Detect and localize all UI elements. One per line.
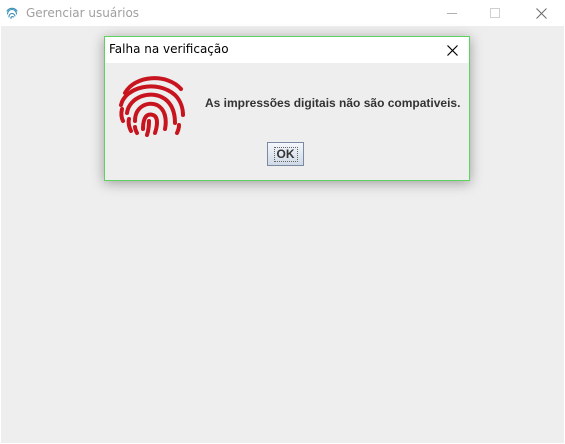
dialog-title: Falha na verificação xyxy=(109,42,229,56)
fingerprint-icon xyxy=(119,76,185,137)
fingerprint-icon xyxy=(6,7,18,20)
maximize-button[interactable] xyxy=(472,0,518,26)
window-title: Gerenciar usuários xyxy=(26,6,140,20)
dialog-close-button[interactable] xyxy=(443,41,461,59)
main-titlebar[interactable]: Gerenciar usuários xyxy=(0,0,565,26)
minimize-icon xyxy=(447,13,457,14)
verification-failed-dialog: Falha na verificação As impressões digit… xyxy=(104,36,470,181)
close-icon xyxy=(535,7,547,19)
close-button[interactable] xyxy=(518,0,564,26)
ok-button[interactable]: OK xyxy=(267,142,304,166)
maximize-icon xyxy=(490,8,500,18)
dialog-titlebar[interactable]: Falha na verificação xyxy=(105,37,469,63)
ok-button-label: OK xyxy=(273,146,298,162)
close-icon xyxy=(446,44,458,56)
dialog-message: As impressões digitais não são compative… xyxy=(205,96,461,110)
minimize-button[interactable] xyxy=(429,0,475,26)
